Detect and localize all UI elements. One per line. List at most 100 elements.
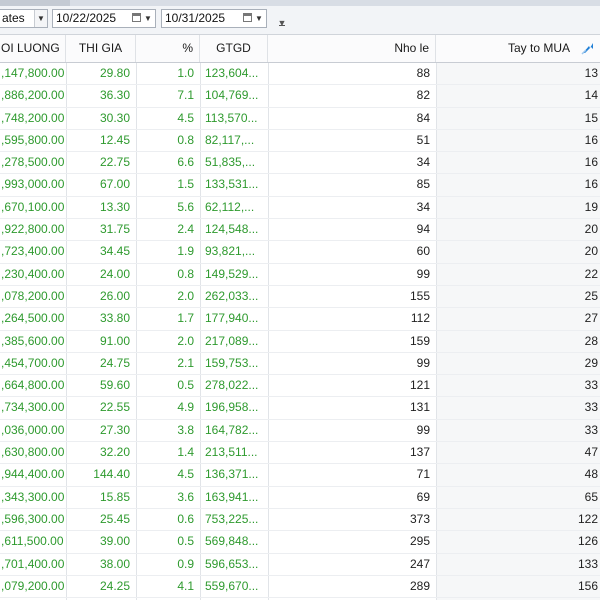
cell-nho-le: 295: [409, 534, 430, 549]
cell-pct: 0.8: [177, 132, 194, 147]
col-header-pct[interactable]: %: [136, 35, 200, 62]
chevron-down-icon[interactable]: ▼: [252, 10, 266, 27]
table-row[interactable]: ,630,800.00 32.20 1.4 213,511... 137 47: [0, 442, 600, 465]
cell-nho-le: 60: [416, 244, 430, 259]
cell-thi-gia: 144.40: [93, 467, 130, 482]
cell-pct: 5.6: [177, 199, 194, 214]
cell-tay-to-mua: 33: [584, 400, 598, 415]
cell-thi-gia: 39.00: [99, 534, 130, 549]
cell-khoi-luong: ,664,800.00: [1, 378, 65, 393]
cell-nho-le: 88: [416, 66, 430, 80]
cell-nho-le: 289: [409, 578, 430, 593]
cell-pct: 2.0: [177, 333, 194, 348]
cell-pct: 0.6: [177, 511, 194, 526]
col-header-label: Nho le: [394, 41, 429, 55]
table-row[interactable]: ,993,000.00 67.00 1.5 133,531... 85 16: [0, 174, 600, 197]
cell-pct: 0.5: [177, 534, 194, 549]
cell-gtgd: 163,941...: [205, 489, 259, 504]
table-row[interactable]: ,664,800.00 59.60 0.5 278,022... 121 33: [0, 375, 600, 398]
table-row[interactable]: ,734,300.00 22.55 4.9 196,958... 131 33: [0, 397, 600, 420]
calendar-icon[interactable]: [132, 13, 141, 22]
cell-thi-gia: 22.55: [99, 400, 130, 415]
cell-thi-gia: 22.75: [99, 155, 130, 170]
cell-khoi-luong: ,343,300.00: [1, 489, 65, 504]
cell-gtgd: 753,225...: [205, 511, 259, 526]
cell-khoi-luong: ,944,400.00: [1, 467, 65, 482]
cell-gtgd: 51,835,...: [205, 155, 256, 170]
table-row[interactable]: ,230,400.00 24.00 0.8 149,529... 99 22: [0, 264, 600, 286]
cell-thi-gia: 29.80: [99, 66, 130, 80]
cell-khoi-luong: ,036,000.00: [1, 422, 65, 437]
cell-khoi-luong: ,922,800.00: [1, 222, 65, 237]
cell-pct: 4.5: [177, 467, 194, 482]
cell-pct: 0.8: [177, 266, 194, 281]
cell-pct: 2.0: [177, 288, 194, 303]
from-date-picker[interactable]: 10/22/2025 ▼: [52, 9, 156, 28]
cell-khoi-luong: ,078,200.00: [1, 288, 65, 303]
cell-gtgd: 133,531...: [205, 177, 259, 192]
calendar-icon[interactable]: [243, 13, 252, 22]
cell-khoi-luong: ,993,000.00: [1, 177, 65, 192]
cell-tay-to-mua: 20: [584, 244, 598, 259]
col-header-khoi-luong[interactable]: OI LUONG: [0, 35, 66, 62]
cell-thi-gia: 27.30: [99, 422, 130, 437]
cell-nho-le: 159: [409, 333, 430, 348]
col-header-tay-to-mua[interactable]: Tay to MUA: [436, 35, 600, 62]
table-row[interactable]: ,078,200.00 26.00 2.0 262,033... 155 25: [0, 286, 600, 309]
cell-khoi-luong: ,611,500.00: [1, 534, 64, 549]
cell-tay-to-mua: 156: [577, 578, 598, 593]
to-date-picker[interactable]: 10/31/2025 ▼: [161, 9, 267, 28]
cell-pct: 1.5: [177, 177, 194, 192]
table-row[interactable]: ,670,100.00 13.30 5.6 62,112,... 34 19: [0, 197, 600, 220]
table-row[interactable]: ,611,500.00 39.00 0.5 569,848... 295 126: [0, 531, 600, 554]
cell-nho-le: 99: [416, 266, 430, 281]
cell-gtgd: 164,782...: [205, 422, 259, 437]
chevron-down-icon[interactable]: ▼: [141, 10, 155, 27]
cell-thi-gia: 26.00: [99, 288, 130, 303]
cell-thi-gia: 24.75: [99, 355, 130, 370]
cell-nho-le: 112: [410, 311, 430, 326]
table-row[interactable]: ,278,500.00 22.75 6.6 51,835,... 34 16: [0, 152, 600, 175]
cell-pct: 7.1: [177, 88, 194, 103]
cell-nho-le: 121: [409, 378, 430, 393]
table-row[interactable]: ,701,400.00 38.00 0.9 596,653... 247 133: [0, 554, 600, 576]
table-row[interactable]: ,596,300.00 25.45 0.6 753,225... 373 122: [0, 509, 600, 532]
cell-pct: 1.0: [177, 66, 194, 80]
table-row[interactable]: ,385,600.00 91.00 2.0 217,089... 159 28: [0, 331, 600, 353]
mode-select[interactable]: ates ▼: [0, 9, 48, 28]
cell-nho-le: 34: [416, 155, 430, 170]
cell-pct: 6.6: [177, 155, 194, 170]
table-row[interactable]: ,748,200.00 30.30 4.5 113,570... 84 15: [0, 108, 600, 130]
table-row[interactable]: ,343,300.00 15.85 3.6 163,941... 69 65: [0, 487, 600, 509]
cell-thi-gia: 36.30: [99, 88, 130, 103]
cell-pct: 3.8: [177, 422, 194, 437]
cell-tay-to-mua: 27: [584, 311, 598, 326]
table-row[interactable]: ,036,000.00 27.30 3.8 164,782... 99 33: [0, 420, 600, 443]
sort-ascending-icon[interactable]: [581, 41, 595, 55]
table-row[interactable]: ,944,400.00 144.40 4.5 136,371... 71 48: [0, 464, 600, 487]
filter-icon[interactable]: ▼: [276, 16, 288, 30]
cell-tay-to-mua: 16: [584, 155, 598, 170]
table-row[interactable]: ,723,400.00 34.45 1.9 93,821,... 60 20: [0, 241, 600, 264]
table-row[interactable]: ,147,800.00 29.80 1.0 123,604... 88 13: [0, 63, 600, 86]
table-row[interactable]: ,595,800.00 12.45 0.8 82,117,... 51 16: [0, 130, 600, 153]
cell-pct: 3.6: [177, 489, 194, 504]
cell-nho-le: 155: [409, 288, 430, 303]
cell-gtgd: 217,089...: [205, 333, 259, 348]
table-row[interactable]: ,886,200.00 36.30 7.1 104,769... 82 14: [0, 85, 600, 108]
cell-gtgd: 136,371...: [205, 467, 259, 482]
cell-nho-le: 137: [409, 445, 430, 460]
table-row[interactable]: ,454,700.00 24.75 2.1 159,753... 99 29: [0, 353, 600, 376]
col-header-thi-gia[interactable]: THI GIA: [66, 35, 136, 62]
col-header-nho-le[interactable]: Nho le: [268, 35, 436, 62]
cell-gtgd: 596,653...: [205, 556, 259, 571]
table-row[interactable]: ,922,800.00 31.75 2.4 124,548... 94 20: [0, 219, 600, 242]
cell-gtgd: 262,033...: [205, 288, 259, 303]
table-row[interactable]: ,079,200.00 24.25 4.1 559,670... 289 156: [0, 576, 600, 599]
col-header-gtgd[interactable]: GTGD: [200, 35, 268, 62]
cell-nho-le: 94: [416, 222, 430, 237]
chevron-down-icon[interactable]: ▼: [34, 10, 47, 27]
cell-tay-to-mua: 28: [584, 333, 598, 348]
table-row[interactable]: ,264,500.00 33.80 1.7 177,940... 112 27: [0, 308, 600, 331]
cell-nho-le: 34: [416, 199, 430, 214]
